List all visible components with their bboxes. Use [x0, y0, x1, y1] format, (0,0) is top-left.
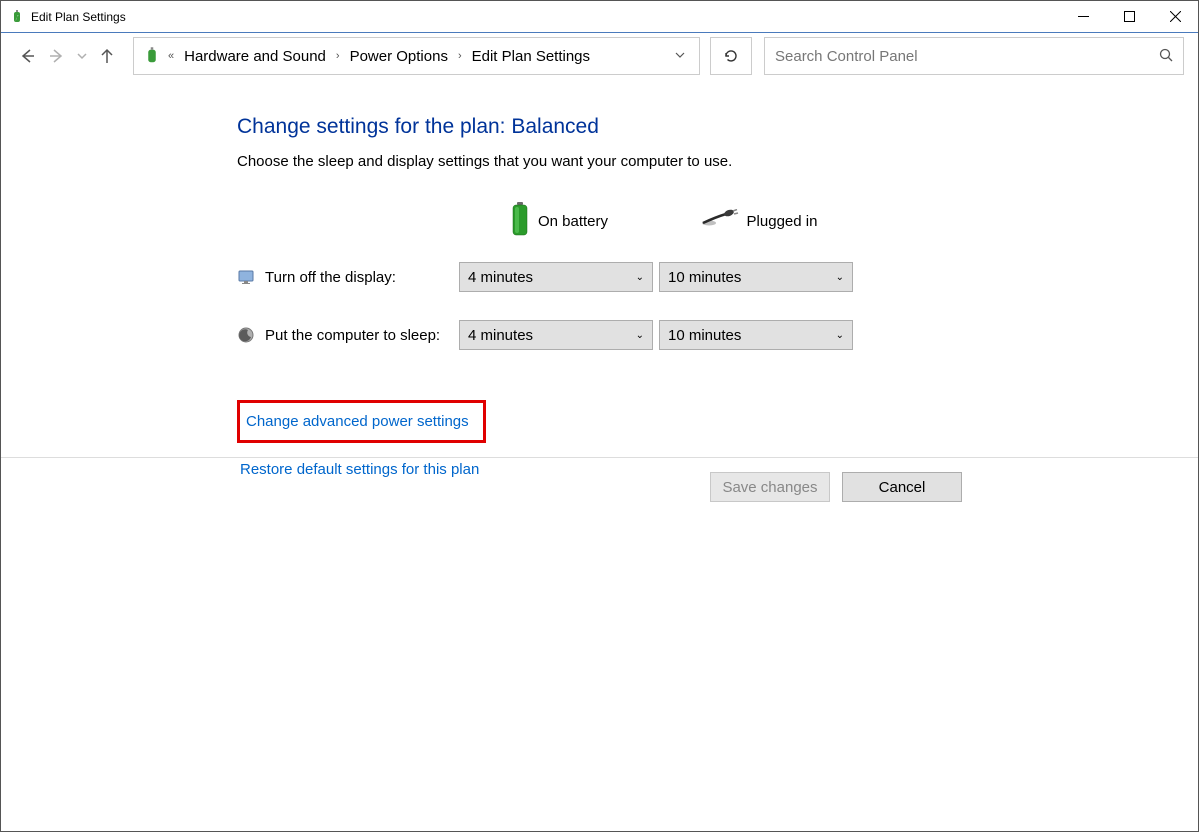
sleep-icon — [237, 326, 255, 344]
battery-icon — [510, 202, 530, 240]
forward-button[interactable] — [45, 44, 69, 68]
sleep-plugged-dropdown[interactable]: 10 minutes ⌄ — [659, 320, 853, 350]
search-box[interactable] — [764, 37, 1184, 75]
minimize-button[interactable] — [1060, 2, 1106, 32]
dropdown-value: 4 minutes — [468, 327, 533, 344]
breadcrumb-item[interactable]: Hardware and Sound — [176, 42, 334, 71]
chevron-right-icon: › — [334, 50, 342, 62]
display-plugged-dropdown[interactable]: 10 minutes ⌄ — [659, 262, 853, 292]
sleep-battery-dropdown[interactable]: 4 minutes ⌄ — [459, 320, 653, 350]
toolbar: « Hardware and Sound › Power Options › E… — [1, 33, 1198, 79]
button-bar: Save changes Cancel — [1, 457, 1198, 502]
breadcrumb-item[interactable]: Edit Plan Settings — [464, 42, 598, 71]
setting-label: Turn off the display: — [265, 269, 396, 286]
back-button[interactable] — [15, 44, 39, 68]
plugged-column-label: Plugged in — [747, 213, 818, 230]
display-icon — [237, 268, 255, 286]
advanced-settings-link[interactable]: Change advanced power settings — [246, 413, 469, 430]
plug-icon — [701, 209, 739, 233]
highlight-box: Change advanced power settings — [237, 400, 486, 443]
battery-column-label: On battery — [538, 213, 608, 230]
up-button[interactable] — [95, 44, 119, 68]
settings-table: On battery Plugged in — [237, 194, 859, 364]
cancel-button[interactable]: Cancel — [842, 472, 962, 502]
power-options-icon — [142, 46, 162, 66]
recent-dropdown[interactable] — [75, 44, 89, 68]
main-content: Change settings for the plan: Balanced C… — [1, 79, 1198, 478]
save-button[interactable]: Save changes — [710, 472, 830, 502]
window-controls — [1060, 2, 1198, 32]
chevron-down-icon: ⌄ — [636, 330, 644, 341]
search-input[interactable] — [775, 48, 1159, 65]
setting-label: Put the computer to sleep: — [265, 327, 440, 344]
close-button[interactable] — [1152, 2, 1198, 32]
chevron-down-icon: ⌄ — [836, 330, 844, 341]
dropdown-value: 10 minutes — [668, 327, 741, 344]
window-title: Edit Plan Settings — [31, 10, 126, 24]
address-bar[interactable]: « Hardware and Sound › Power Options › E… — [133, 37, 700, 75]
titlebar: Edit Plan Settings — [1, 1, 1198, 33]
search-icon[interactable] — [1159, 48, 1173, 65]
power-options-icon — [9, 9, 25, 25]
chevron-down-icon: ⌄ — [636, 272, 644, 283]
page-description: Choose the sleep and display settings th… — [237, 153, 1198, 170]
dropdown-value: 10 minutes — [668, 269, 741, 286]
address-dropdown[interactable] — [665, 49, 695, 63]
refresh-button[interactable] — [710, 37, 752, 75]
dropdown-value: 4 minutes — [468, 269, 533, 286]
chevron-right-icon: › — [456, 50, 464, 62]
breadcrumb-overflow-icon[interactable]: « — [166, 50, 176, 62]
display-battery-dropdown[interactable]: 4 minutes ⌄ — [459, 262, 653, 292]
maximize-button[interactable] — [1106, 2, 1152, 32]
breadcrumb-item[interactable]: Power Options — [342, 42, 456, 71]
page-title: Change settings for the plan: Balanced — [237, 115, 1198, 139]
chevron-down-icon: ⌄ — [836, 272, 844, 283]
